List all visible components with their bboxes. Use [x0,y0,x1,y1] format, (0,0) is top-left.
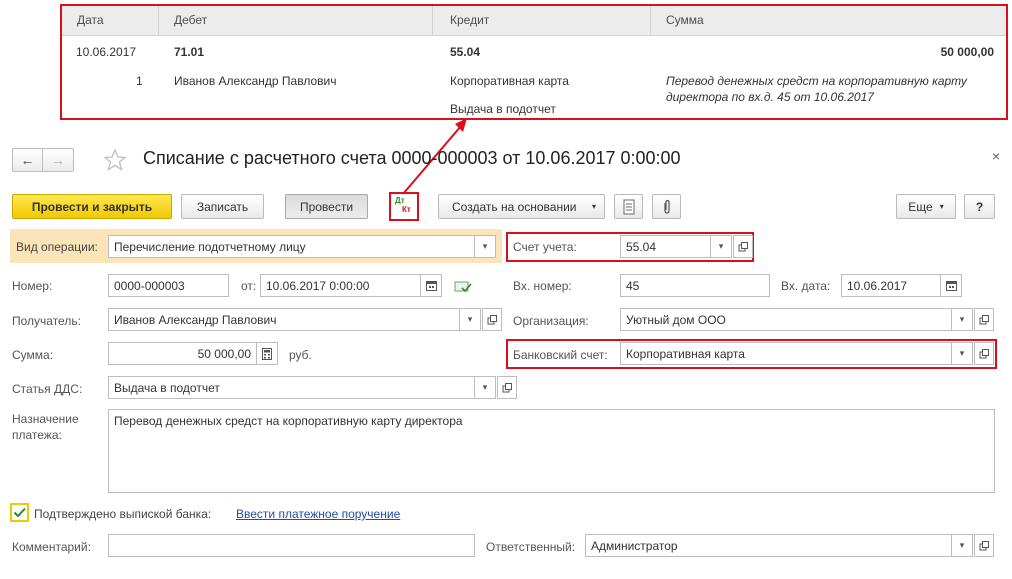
posting-amount: 50 000,00 [940,45,994,59]
cash-flow-item-select[interactable]: Выдача в подотчет [108,376,475,399]
open-window-icon [502,382,512,392]
posting-content-line-1: Перевод денежных средст на корпоративную… [666,74,967,88]
currency-label: руб. [289,348,312,362]
payment-purpose-label-1: Назначение [12,412,79,426]
document-icon [623,199,634,214]
posting-debit-subconto: Иванов Александр Павлович [174,74,337,88]
dtkt-button[interactable]: Дт Кт [392,195,416,218]
posting-content-line-2: директора по вх.д. 45 от 10.06.2017 [666,90,874,104]
chevron-down-icon[interactable]: ▾ [952,534,973,557]
organization-label: Организация: [513,314,589,328]
open-bank-account-button[interactable] [974,342,994,365]
incoming-date-label: Вх. дата: [781,279,831,293]
chevron-down-icon: ▾ [592,202,597,211]
open-organization-button[interactable] [974,308,994,331]
account-select[interactable]: 55.04 [620,235,711,258]
more-label: Еще [908,199,933,214]
chevron-down-icon[interactable]: ▾ [952,308,973,331]
enter-payment-order-link[interactable]: Ввести платежное поручение [236,507,400,521]
open-recipient-button[interactable] [482,308,502,331]
posting-credit-account: 55.04 [450,45,481,59]
chevron-down-icon[interactable]: ▾ [460,308,481,331]
bank-account-select[interactable]: Корпоративная карта [620,342,952,365]
posting-debit-account: 71.01 [174,45,205,59]
date-from-label: от: [241,279,257,293]
responsible-label: Ответственный: [486,540,576,554]
back-button[interactable]: ← [12,148,43,172]
header-credit: Кредит [450,13,490,27]
chevron-down-icon[interactable]: ▾ [475,235,496,258]
post-and-close-button[interactable]: Провести и закрыть [12,194,172,219]
sum-field[interactable]: 50 000,00 [108,342,257,365]
posting-table: Дата Дебет Кредит Сумма 10.06.2017 71.01… [60,4,1008,120]
incoming-date-field[interactable]: 10.06.2017 [841,274,941,297]
calendar-button[interactable] [941,274,962,297]
date-field[interactable]: 10.06.2017 0:00:00 [260,274,421,297]
cash-flow-item-label: Статья ДДС: [12,382,83,396]
posting-date: 10.06.2017 [76,45,137,59]
open-responsible-button[interactable] [974,534,994,557]
bank-confirmed-label: Подтверждено выпиской банка: [34,507,212,521]
open-window-icon [487,314,497,324]
organization-select[interactable]: Уютный дом ООО [620,308,952,331]
posting-header: Дата Дебет Кредит Сумма [62,6,1006,36]
comment-label: Комментарий: [12,540,91,554]
operation-type-select[interactable]: Перечисление подотчетному лицу [108,235,475,258]
attach-file-button[interactable] [652,194,681,219]
sum-label: Сумма: [12,348,54,362]
create-based-on-label: Создать на основании [452,199,577,214]
save-button[interactable]: Записать [181,194,264,219]
more-button[interactable]: Еще ▾ [896,194,956,219]
responsible-select[interactable]: Администратор [585,534,952,557]
calendar-icon [945,281,957,291]
checkmark-icon [13,507,26,518]
payment-purpose-textarea[interactable]: Перевод денежных средст на корпоративную… [108,409,995,493]
bank-account-label: Банковский счет: [513,348,608,362]
operation-type-label: Вид операции: [16,240,98,254]
calculator-button[interactable] [257,342,278,365]
bank-confirmed-checkbox[interactable] [10,503,29,522]
forward-button[interactable]: → [43,148,74,172]
header-date: Дата [77,13,104,27]
dtkt-icon-dt: Дт [395,196,405,205]
account-label: Счет учета: [513,240,577,254]
document-check-icon[interactable] [454,278,472,294]
recipient-label: Получатель: [12,314,81,328]
chevron-down-icon[interactable]: ▾ [952,342,973,365]
chevron-down-icon[interactable]: ▾ [711,235,732,258]
page-title: Списание с расчетного счета 0000-000003 … [143,148,681,168]
calendar-button[interactable] [421,274,442,297]
open-window-icon [979,540,989,550]
paperclip-icon [663,199,670,214]
dtkt-icon-kt: Кт [402,205,411,214]
incoming-number-field[interactable]: 45 [620,274,770,297]
open-cash-flow-item-button[interactable] [497,376,517,399]
posting-line-number: 1 [136,74,143,88]
arrow-right-icon: → [51,152,65,168]
calculator-icon [262,347,272,360]
number-label: Номер: [12,279,53,293]
favorite-star-icon[interactable] [103,148,127,172]
posting-credit-subconto-1: Корпоративная карта [450,74,569,88]
post-button[interactable]: Провести [285,194,368,219]
open-window-icon [979,348,989,358]
print-button[interactable] [614,194,643,219]
chevron-down-icon: ▾ [939,202,944,211]
recipient-select[interactable]: Иванов Александр Павлович [108,308,460,331]
payment-purpose-label-2: платежа: [12,428,62,442]
help-button[interactable]: ? [964,194,995,219]
header-debit: Дебет [174,13,208,27]
open-window-icon [979,314,989,324]
comment-field[interactable] [108,534,475,557]
incoming-number-label: Вх. номер: [513,279,572,293]
open-account-button[interactable] [733,235,753,258]
open-window-icon [738,241,748,251]
number-field[interactable]: 0000-000003 [108,274,229,297]
close-icon[interactable]: × [992,148,1000,164]
arrow-left-icon: ← [20,152,35,168]
header-amount: Сумма [666,13,704,27]
chevron-down-icon[interactable]: ▾ [475,376,496,399]
calendar-icon [425,281,437,291]
create-based-on-button[interactable]: Создать на основании ▾ [438,194,605,219]
